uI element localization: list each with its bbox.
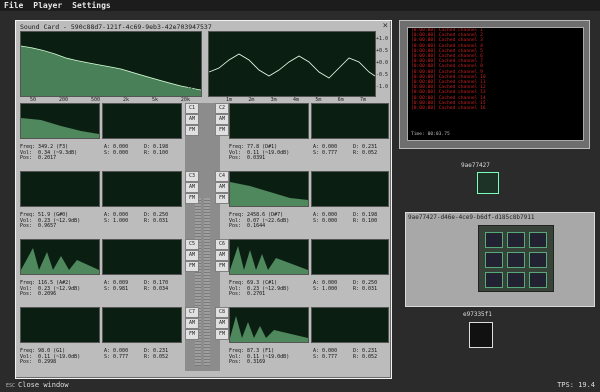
- am-toggle[interactable]: AM: [185, 318, 199, 329]
- channel-id: C4: [215, 171, 229, 182]
- spectrum-scope: [20, 31, 202, 97]
- fm-toggle[interactable]: FM: [215, 193, 229, 204]
- fm-toggle[interactable]: FM: [215, 261, 229, 272]
- slot-icon[interactable]: [529, 252, 547, 268]
- fm-toggle[interactable]: FM: [185, 329, 199, 340]
- menu-file[interactable]: File: [4, 1, 23, 10]
- slot-icon[interactable]: [485, 232, 503, 248]
- am-toggle[interactable]: AM: [215, 182, 229, 193]
- status-hint: ESC Close window: [6, 381, 69, 389]
- fm-toggle[interactable]: FM: [185, 193, 199, 204]
- network-grid: [478, 225, 554, 292]
- am-toggle[interactable]: AM: [215, 250, 229, 261]
- fm-toggle[interactable]: FM: [185, 261, 199, 272]
- channel-id: C7: [185, 307, 199, 318]
- slot-icon[interactable]: [529, 272, 547, 288]
- waveform-scope: [208, 31, 376, 97]
- db-scale: 0 -20 -40 -60 -80 -100 -120 -140: [187, 32, 200, 92]
- level-bar-left: [195, 198, 201, 366]
- slot-icon[interactable]: [485, 272, 503, 288]
- channel-block: Freq: 77.8 (D#1) Vol: 0.11 (~19.0dB) Pos: …: [215, 103, 389, 169]
- console-output: [0:00:00] Cached channel 1 [0:00:00] Cach…: [407, 27, 584, 141]
- console-window: [0:00:00] Cached channel 1 [0:00:00] Cach…: [399, 20, 590, 149]
- menu-bar: File Player Settings: [0, 0, 600, 11]
- menu-settings[interactable]: Settings: [72, 1, 111, 10]
- am-toggle[interactable]: AM: [185, 250, 199, 261]
- level-bar-right: [204, 198, 210, 366]
- channel-id: C2: [215, 103, 229, 114]
- fm-toggle[interactable]: FM: [215, 125, 229, 136]
- channel-block: Freq: 69.3 (C#1) Vol: 0.23 (~12.9dB) Pos: …: [215, 239, 389, 305]
- fm-toggle[interactable]: FM: [185, 125, 199, 136]
- channel-id: C1: [185, 103, 199, 114]
- am-toggle[interactable]: AM: [215, 318, 229, 329]
- sound-card-window: Sound Card - 590c88d7-121f-4c69-9eb3-42e…: [15, 20, 392, 379]
- network-node[interactable]: [477, 172, 499, 194]
- channel-id: C8: [215, 307, 229, 318]
- channel-id: C5: [185, 239, 199, 250]
- channel-block: Freq: 2458.6 (D#7) Vol: 0.07 (~22.6dB) Pos…: [215, 171, 389, 237]
- channel-block: Freq: 98.0 (G1) Vol: 0.11 (~19.0dB) Pos: 0…: [20, 307, 199, 373]
- sound-card-title: Sound Card - 590c88d7-121f-4c69-9eb3-42e…: [20, 23, 212, 31]
- slot-icon[interactable]: [507, 232, 525, 248]
- amp-scale: +1.0 +0.5 +0.0 -0.5 -1.0: [376, 36, 389, 90]
- network-node[interactable]: [469, 322, 493, 348]
- channel-block: Freq: 116.5 (A#2) Vol: 0.23 (~12.9dB) Pos:…: [20, 239, 199, 305]
- channel-block: Freq: 51.9 (G#0) Vol: 0.23 (~12.9dB) Pos: …: [20, 171, 199, 237]
- tps-readout: TPS: 19.4: [557, 381, 595, 389]
- close-icon[interactable]: ×: [383, 22, 388, 31]
- am-toggle[interactable]: AM: [215, 114, 229, 125]
- am-toggle[interactable]: AM: [185, 114, 199, 125]
- slot-icon[interactable]: [529, 232, 547, 248]
- console-timestamp: Time: 00:03.75: [411, 132, 450, 137]
- channel-block: Freq: 87.3 (F1) Vol: 0.11 (~19.0dB) Pos: 0…: [215, 307, 389, 373]
- channel-id: C6: [215, 239, 229, 250]
- node-id-label: e97335f1: [463, 311, 492, 318]
- channel-block: Freq: 349.2 (F3) Vol: 0.34 (~9.3dB) Pos: 0…: [20, 103, 199, 169]
- channel-id: C3: [185, 171, 199, 182]
- esc-key: ESC: [6, 383, 16, 389]
- am-toggle[interactable]: AM: [185, 182, 199, 193]
- slot-icon[interactable]: [507, 252, 525, 268]
- slot-icon[interactable]: [507, 272, 525, 288]
- menu-player[interactable]: Player: [33, 1, 62, 10]
- slot-icon[interactable]: [485, 252, 503, 268]
- network-window-title: 9ae77427-d46e-4ce9-b6df-d185c8b7911: [408, 214, 535, 221]
- fm-toggle[interactable]: FM: [215, 329, 229, 340]
- close-window-hint: Close window: [18, 381, 69, 389]
- node-id-label: 9ae77427: [461, 162, 490, 169]
